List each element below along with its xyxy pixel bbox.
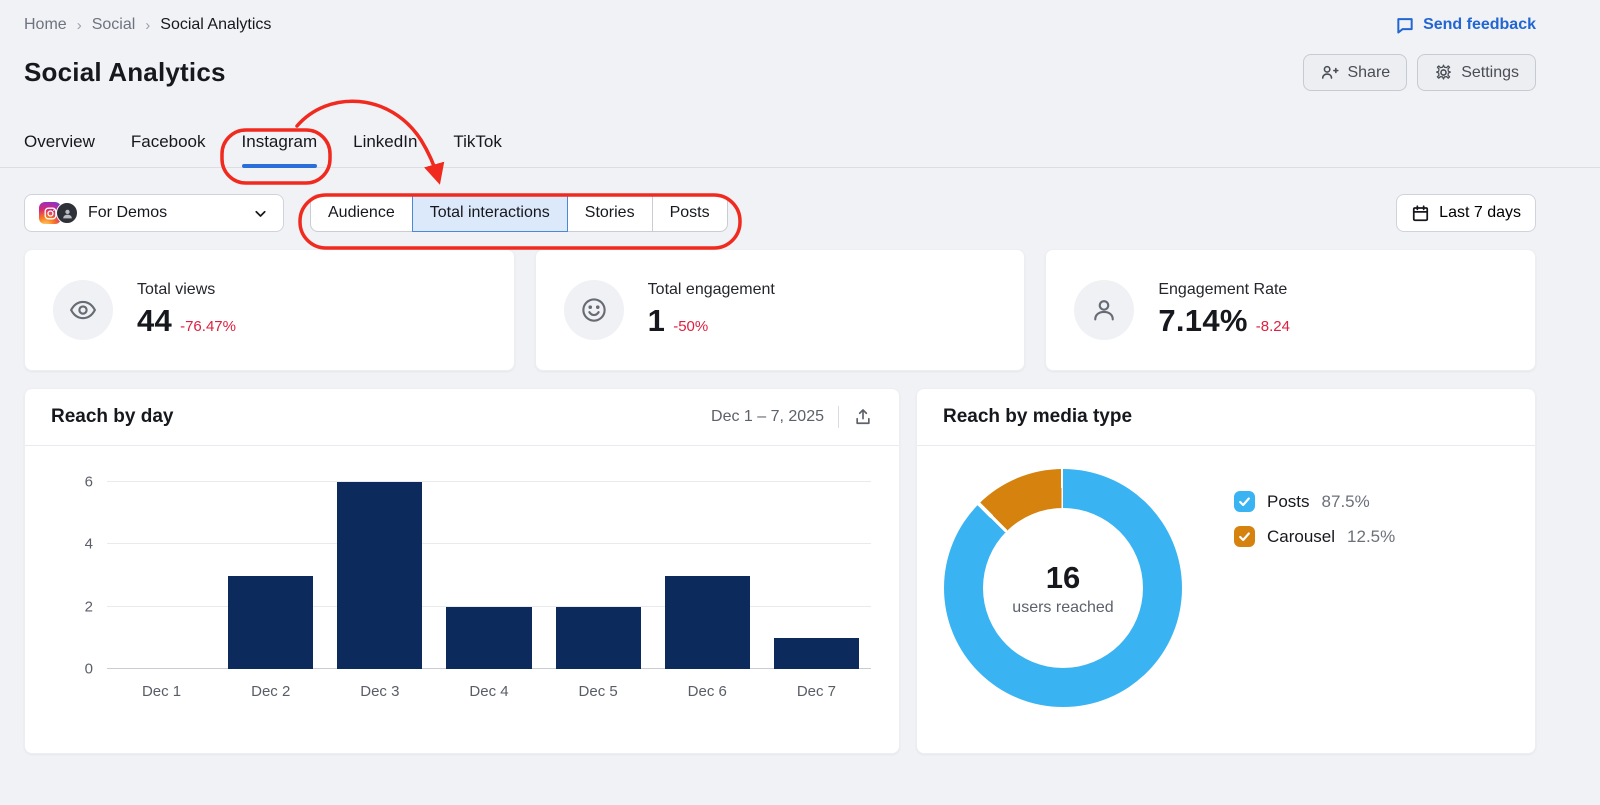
- breadcrumb-current: Social Analytics: [160, 16, 272, 33]
- bar-plot: 0 2 4 6 Dec 1 Dec 2 Dec 3 Dec 4 Dec 5 Dec 6…: [85, 474, 871, 700]
- bar-column: Dec 4: [434, 482, 543, 700]
- legend-label: Posts: [1267, 491, 1310, 511]
- metric-delta: -50%: [673, 318, 709, 335]
- person-icon: [1074, 280, 1135, 340]
- segment-stories[interactable]: Stories: [566, 194, 653, 232]
- top-bar: Home › Social › Social Analytics Send fe…: [24, 0, 1536, 35]
- share-button[interactable]: Share: [1303, 54, 1408, 91]
- date-range-label: Last 7 days: [1439, 204, 1521, 221]
- chart-date-range: Dec 1 – 7, 2025: [711, 408, 824, 425]
- bar-series: Dec 1 Dec 2 Dec 3 Dec 4 Dec 5 Dec 6 Dec …: [107, 482, 871, 700]
- metric-segmented-control: Audience Total interactions Stories Post…: [310, 194, 728, 232]
- x-tick-label: Dec 5: [578, 683, 618, 700]
- legend-value: 87.5%: [1321, 491, 1370, 511]
- chart-title: Reach by day: [51, 406, 174, 427]
- x-tick-label: Dec 2: [251, 683, 291, 700]
- segment-audience[interactable]: Audience: [310, 194, 413, 232]
- y-tick-label: 0: [84, 660, 93, 678]
- feedback-bubble-icon: [1395, 15, 1415, 35]
- chevron-right-icon: ›: [145, 16, 151, 34]
- legend-value: 12.5%: [1347, 526, 1396, 546]
- x-tick-label: Dec 1: [141, 683, 182, 700]
- metric-card-engagement-rate: Engagement Rate 7.14% -8.24: [1045, 249, 1537, 371]
- date-range-button[interactable]: Last 7 days: [1396, 194, 1536, 232]
- chart-title: Reach by media type: [943, 406, 1133, 427]
- metric-value: 7.14%: [1158, 303, 1248, 338]
- bar-column: Dec 2: [216, 482, 325, 700]
- tab-facebook[interactable]: Facebook: [131, 132, 206, 167]
- bar: [664, 575, 750, 669]
- bar: [773, 637, 859, 669]
- donut-legend: Posts 87.5% Carousel 12.5%: [1234, 491, 1395, 707]
- x-tick-label: Dec 7: [796, 683, 836, 700]
- tab-overview[interactable]: Overview: [24, 132, 95, 167]
- platform-tabs: Overview Facebook Instagram LinkedIn Tik…: [0, 132, 1600, 168]
- settings-label: Settings: [1461, 63, 1519, 81]
- checkbox-checked-icon[interactable]: [1234, 526, 1255, 547]
- checkbox-checked-icon[interactable]: [1234, 491, 1255, 512]
- export-icon[interactable]: [853, 407, 873, 427]
- profile-name: For Demos: [88, 204, 168, 221]
- y-tick-label: 2: [84, 598, 93, 616]
- metric-delta: -76.47%: [180, 318, 236, 335]
- metric-value: 1: [647, 303, 666, 338]
- bar-column: Dec 5: [544, 482, 653, 700]
- tab-instagram[interactable]: Instagram: [241, 132, 317, 168]
- reach-by-media-type-card: Reach by media type 16 users reached Pos…: [916, 388, 1536, 754]
- divider: [838, 406, 839, 428]
- feedback-label: Send feedback: [1423, 16, 1536, 33]
- profile-selector[interactable]: For Demos: [24, 194, 284, 232]
- metric-value: 44: [137, 303, 173, 338]
- send-feedback-link[interactable]: Send feedback: [1395, 15, 1536, 35]
- y-tick-label: 6: [84, 473, 93, 491]
- settings-button[interactable]: Settings: [1417, 54, 1536, 91]
- donut-center-label: users reached: [1012, 598, 1114, 616]
- metric-label: Total engagement: [647, 281, 775, 298]
- bar: [228, 575, 314, 669]
- metric-delta: -8.24: [1255, 318, 1290, 335]
- reach-by-day-card: Reach by day Dec 1 – 7, 2025 0 2 4 6 Dec 1 …: [24, 388, 900, 754]
- breadcrumb-social[interactable]: Social: [92, 16, 136, 34]
- bar: [555, 606, 641, 669]
- smiley-icon: [563, 280, 624, 340]
- legend-item-posts[interactable]: Posts 87.5%: [1234, 491, 1395, 512]
- bar-column: Dec 3: [325, 482, 434, 700]
- profile-avatar: [56, 202, 78, 224]
- bar: [337, 482, 423, 669]
- x-tick-label: Dec 4: [469, 683, 509, 700]
- y-tick-label: 4: [84, 535, 93, 553]
- metric-label: Engagement Rate: [1158, 281, 1288, 298]
- x-tick-label: Dec 3: [360, 683, 400, 700]
- chevron-right-icon: ›: [76, 16, 82, 34]
- donut-center-value: 16: [1045, 559, 1081, 595]
- page-title: Social Analytics: [24, 57, 226, 87]
- metric-card-total-engagement: Total engagement 1 -50%: [534, 249, 1026, 371]
- segment-total-interactions[interactable]: Total interactions: [411, 194, 568, 232]
- legend-item-carousel[interactable]: Carousel 12.5%: [1234, 526, 1395, 547]
- bar-column: Dec 6: [653, 482, 762, 700]
- bar-column: Dec 1: [107, 482, 216, 700]
- bar: [446, 606, 532, 669]
- donut-chart: 16 users reached: [944, 469, 1182, 707]
- metric-label: Total views: [137, 281, 216, 298]
- tab-tiktok[interactable]: TikTok: [453, 132, 502, 167]
- breadcrumb-home[interactable]: Home: [24, 16, 67, 34]
- legend-label: Carousel: [1267, 526, 1336, 546]
- eye-icon: [53, 280, 113, 340]
- breadcrumb: Home › Social › Social Analytics: [24, 16, 271, 34]
- segment-posts[interactable]: Posts: [651, 194, 728, 232]
- x-tick-label: Dec 6: [687, 683, 727, 700]
- metric-card-total-views: Total views 44 -76.47%: [24, 249, 515, 371]
- donut-center: 16 users reached: [983, 508, 1143, 668]
- calendar-icon: [1411, 204, 1430, 223]
- bar-column: Dec 7: [762, 482, 871, 700]
- chevron-down-icon: [252, 205, 269, 222]
- person-plus-icon: [1320, 63, 1340, 82]
- gear-icon: [1434, 63, 1453, 82]
- share-label: Share: [1347, 63, 1391, 81]
- tab-linkedin[interactable]: LinkedIn: [353, 132, 417, 167]
